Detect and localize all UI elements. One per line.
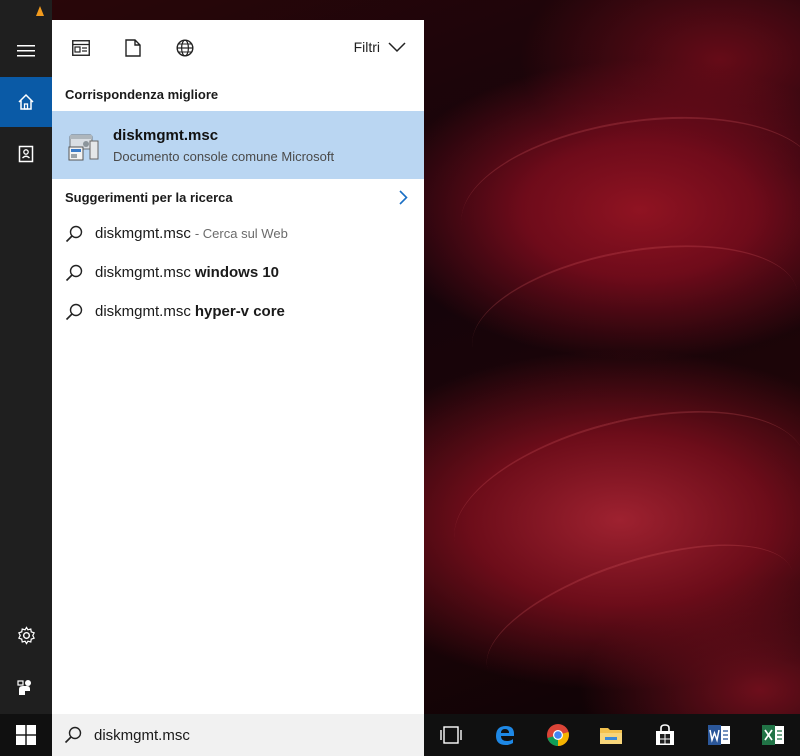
taskbar	[0, 714, 800, 756]
hamburger-icon	[17, 45, 35, 57]
best-match-header: Corrispondenza migliore	[65, 87, 219, 102]
rail-notebook-button[interactable]	[0, 129, 52, 179]
feedback-icon	[17, 680, 31, 695]
rail-feedback-button[interactable]	[0, 662, 52, 712]
scope-web-button[interactable]	[170, 33, 200, 63]
excel-icon	[762, 725, 784, 745]
search-icon	[64, 726, 82, 744]
suggestion-completion: hyper-v core	[194, 303, 285, 320]
chrome-taskbar-button[interactable]	[533, 714, 583, 756]
store-icon	[656, 724, 674, 745]
suggestion-hint: - Cerca sul Web	[194, 226, 288, 241]
store-taskbar-button[interactable]	[640, 714, 690, 756]
search-icon	[65, 303, 83, 320]
apps-scope-icon	[72, 40, 90, 56]
task-view-button[interactable]	[426, 714, 476, 756]
scope-apps-button[interactable]	[66, 33, 96, 63]
settings-icon	[17, 625, 35, 645]
chevron-down-icon	[388, 41, 406, 52]
cortana-rail	[0, 20, 52, 714]
rail-home-button[interactable]	[0, 77, 52, 127]
file-explorer-icon	[600, 728, 622, 744]
chrome-icon	[547, 724, 569, 746]
windows-logo-icon	[16, 725, 36, 745]
taskbar-search-box[interactable]	[52, 714, 424, 756]
search-icon	[65, 264, 83, 281]
scope-toolbar: Filtri	[52, 20, 424, 76]
filters-dropdown[interactable]: Filtri	[354, 39, 406, 55]
suggestions-header-row[interactable]: Suggerimenti per la ricerca	[52, 179, 424, 214]
best-match-subtitle: Documento console comune Microsoft	[113, 148, 335, 164]
suggestions-header: Suggerimenti per la ricerca	[65, 190, 233, 205]
best-match-title: diskmgmt.msc	[113, 126, 219, 144]
edge-icon	[496, 726, 514, 745]
chevron-right-icon	[399, 190, 408, 205]
edge-taskbar-button[interactable]	[480, 714, 530, 756]
excel-taskbar-button[interactable]	[748, 714, 798, 756]
globe-icon	[176, 39, 194, 57]
vlc-cone-icon	[36, 6, 44, 16]
suggestion-item[interactable]: diskmgmt.msc windows 10	[52, 253, 424, 292]
filters-label: Filtri	[353, 39, 380, 55]
suggestion-item[interactable]: diskmgmt.msc hyper-v core	[52, 292, 424, 331]
task-view-icon	[440, 726, 462, 744]
rail-settings-button[interactable]	[0, 610, 52, 660]
suggestion-item[interactable]: diskmgmt.msc - Cerca sul Web	[52, 214, 424, 253]
search-results-panel: Filtri Corrispondenza migliore diskmgmt.…	[52, 20, 424, 714]
scope-documents-button[interactable]	[118, 33, 148, 63]
file-explorer-taskbar-button[interactable]	[586, 714, 636, 756]
top-strip	[0, 0, 52, 20]
suggestion-query: diskmgmt.msc	[95, 264, 191, 281]
disk-management-app-icon	[68, 134, 99, 161]
home-icon	[18, 93, 34, 110]
hamburger-menu-button[interactable]	[0, 26, 52, 76]
suggestion-completion: windows 10	[194, 264, 280, 281]
word-icon	[708, 725, 730, 745]
start-button[interactable]	[0, 714, 52, 756]
search-icon	[65, 225, 83, 242]
best-match-text: diskmgmt.msc Documento console comune Mi…	[113, 127, 334, 164]
suggestion-query: diskmgmt.msc	[95, 303, 191, 320]
word-taskbar-button[interactable]	[694, 714, 744, 756]
document-icon	[125, 39, 141, 57]
notebook-icon	[18, 145, 34, 163]
search-input[interactable]	[94, 726, 394, 744]
best-match-result[interactable]: diskmgmt.msc Documento console comune Mi…	[52, 111, 424, 179]
suggestion-query: diskmgmt.msc	[95, 225, 191, 242]
